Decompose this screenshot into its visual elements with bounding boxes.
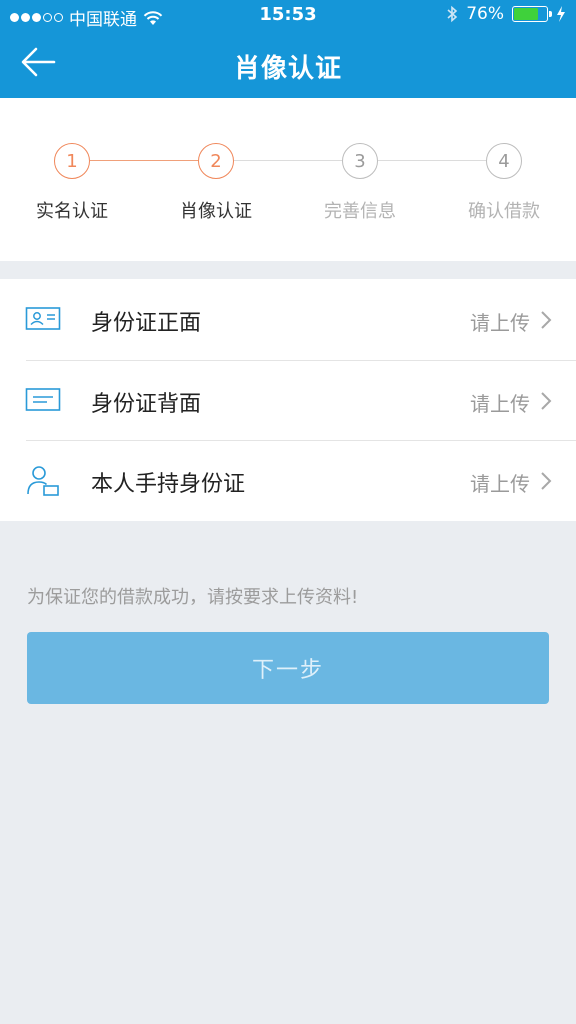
upload-status: 请上传 bbox=[470, 472, 530, 496]
upload-hold-id-row[interactable]: 本人手持身份证 请上传 bbox=[0, 440, 576, 521]
upload-status: 请上传 bbox=[470, 392, 530, 416]
charging-icon bbox=[557, 6, 565, 22]
chevron-right-icon bbox=[541, 392, 552, 410]
upload-id-front-row[interactable]: 身份证正面 请上传 bbox=[0, 279, 576, 360]
upload-id-back-row[interactable]: 身份证背面 请上传 bbox=[0, 360, 576, 441]
status-bar: 中国联通 15:53 76% bbox=[0, 0, 576, 32]
step-number: 2 bbox=[198, 143, 234, 179]
battery-level bbox=[514, 8, 539, 20]
upload-label: 身份证背面 bbox=[91, 392, 202, 417]
top-bar: 中国联通 15:53 76% 肖像认证 bbox=[0, 0, 576, 98]
step-1: 1 实名认证 bbox=[12, 143, 132, 223]
person-holding-id-icon bbox=[27, 466, 59, 496]
battery-percent: 76% bbox=[466, 4, 504, 24]
nav-bar: 肖像认证 bbox=[0, 32, 576, 98]
step-number: 3 bbox=[342, 143, 378, 179]
progress-stepper: 1 实名认证 2 肖像认证 3 完善信息 4 确认借款 bbox=[0, 98, 576, 261]
status-right: 76% bbox=[446, 4, 566, 24]
step-number: 4 bbox=[486, 143, 522, 179]
app-screen: 中国联通 15:53 76% 肖像认证 1 实名认证 2 肖像认证 3 完善信息… bbox=[0, 0, 576, 1024]
next-step-button[interactable]: 下一步 bbox=[27, 632, 549, 704]
chevron-right-icon bbox=[541, 311, 552, 329]
step-label: 实名认证 bbox=[36, 201, 108, 222]
step-4: 4 确认借款 bbox=[444, 143, 564, 223]
step-3: 3 完善信息 bbox=[300, 143, 420, 223]
bluetooth-icon bbox=[447, 5, 458, 23]
step-label: 确认借款 bbox=[468, 201, 540, 222]
id-card-back-icon bbox=[25, 388, 61, 411]
step-number: 1 bbox=[54, 143, 90, 179]
chevron-right-icon bbox=[541, 472, 552, 490]
id-card-front-icon bbox=[25, 307, 61, 330]
upload-status: 请上传 bbox=[470, 311, 530, 335]
upload-label: 身份证正面 bbox=[91, 311, 202, 336]
step-label: 完善信息 bbox=[324, 201, 396, 222]
step-2: 2 肖像认证 bbox=[156, 143, 276, 223]
battery-icon bbox=[512, 6, 552, 22]
upload-list: 身份证正面 请上传 身份证背面 请上传 本人手持身份证 请上传 bbox=[0, 279, 576, 521]
upload-hint-text: 为保证您的借款成功，请按要求上传资料! bbox=[27, 587, 359, 608]
step-label: 肖像认证 bbox=[180, 201, 252, 222]
page-title: 肖像认证 bbox=[233, 54, 342, 84]
upload-label: 本人手持身份证 bbox=[91, 472, 246, 497]
